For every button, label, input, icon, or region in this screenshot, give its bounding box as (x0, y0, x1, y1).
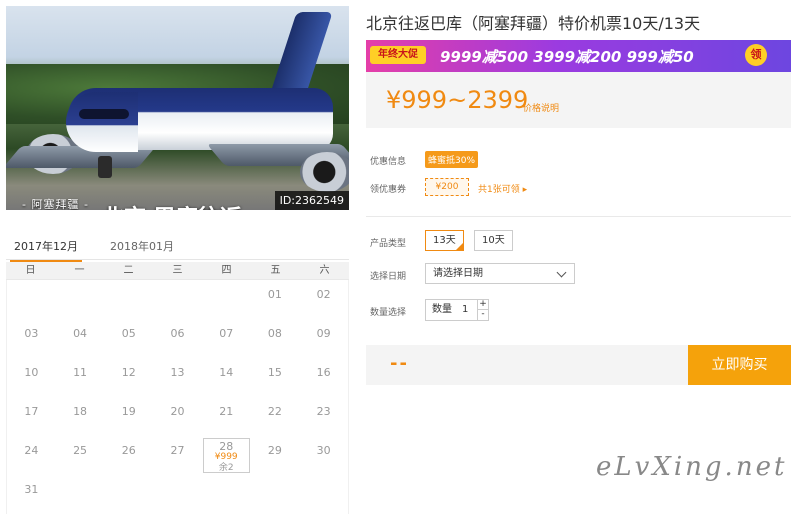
calendar-day-01: 01 (267, 288, 282, 301)
quantity-value: 1 (462, 304, 469, 315)
calendar-day-17: 17 (24, 405, 39, 418)
calendar-day-09: 09 (316, 327, 331, 340)
calendar-day-13: 13 (170, 366, 185, 379)
promotions-label: 优惠信息 (370, 157, 407, 167)
calendar-day-18: 18 (73, 405, 88, 418)
weekday-header: 日一二三四五六 (6, 262, 349, 280)
type-option-13[interactable]: 13天 (425, 230, 464, 251)
weekday-label: 日 (25, 265, 36, 276)
day-price: ¥999 (214, 452, 238, 462)
coupon-coin-icon[interactable]: 领 (745, 44, 767, 66)
calendar-day-06: 06 (170, 327, 185, 340)
hero-overlay-text: 北京 巴库往返 (102, 200, 242, 210)
calendar-day-25: 25 (73, 444, 88, 457)
calendar-day-04: 04 (73, 327, 88, 340)
banner-tag: 年终大促 (370, 46, 426, 64)
calendar-day-03: 03 (24, 327, 39, 340)
date-label: 选择日期 (370, 272, 407, 282)
calendar-empty-cell (153, 280, 202, 319)
calendar-day-31: 31 (24, 483, 39, 496)
product-type-label: 产品类型 (370, 239, 407, 249)
calendar-day-21: 21 (219, 405, 234, 418)
calendar-grid: 01 02 03 04 05 06 07 08 09 10 11 12 13 14 15 16 17 18 19 20… (6, 280, 349, 514)
price-range: ¥999~2399 (386, 86, 529, 114)
calendar-empty-cell (104, 280, 153, 319)
weekday-label: 一 (74, 265, 85, 276)
calendar-day-12: 12 (121, 366, 136, 379)
weekday-label: 六 (319, 265, 330, 276)
day-remaining: 余2 (218, 463, 234, 473)
calendar-empty-cell (56, 280, 105, 319)
quantity-label: 数量选择 (370, 308, 407, 318)
calendar-day-14: 14 (219, 366, 234, 379)
calendar-empty-cell (202, 280, 251, 319)
quantity-stepper[interactable]: 数量 1 + - (425, 299, 489, 321)
calendar-day-28[interactable]: 28 ¥999 余2 (202, 438, 250, 473)
chevron-down-icon (556, 267, 567, 278)
calendar-day-29: 29 (267, 444, 282, 457)
cockpit-window (79, 109, 129, 119)
calendar-day-05: 05 (121, 327, 136, 340)
calendar-day-16: 16 (316, 366, 331, 379)
coupon-label: 领优惠券 (370, 185, 407, 195)
image-id-tag: ID:2362549 (274, 191, 349, 210)
quantity-text: 数量 (432, 304, 452, 315)
month-tab-dec[interactable]: 2017年12月 (10, 238, 82, 262)
promo-banner[interactable]: 年终大促 9999减500 3999减200 999减50 领 (366, 40, 791, 72)
calendar-day-22: 22 (267, 405, 282, 418)
calendar-day-08: 08 (267, 327, 282, 340)
date-select[interactable]: 请选择日期 (425, 263, 575, 284)
weekday-label: 二 (123, 265, 134, 276)
calendar-day-10: 10 (24, 366, 39, 379)
calendar-day-07: 07 (219, 327, 234, 340)
product-title: 北京往返巴库（阿塞拜疆）特价机票10天/13天 (366, 14, 701, 33)
total-price: -- (390, 353, 409, 374)
price-box: ¥999~2399 价格说明 (366, 72, 791, 128)
calendar-day-24: 24 (24, 444, 39, 457)
engine-right (300, 152, 349, 192)
price-calendar: 日 一 二 三 四 五 六 01 02 03 04 05 06 07 08 09 10 11 12 13 14 15 16… (6, 262, 349, 514)
coupon-ticket[interactable]: ¥200 (425, 178, 469, 196)
date-select-value: 请选择日期 (433, 268, 483, 279)
buy-now-button[interactable]: 立即购买 (688, 345, 791, 385)
calendar-day-11: 11 (73, 366, 88, 379)
weekday-label: 五 (270, 265, 281, 276)
watermark: eLvXing.net (596, 452, 788, 482)
weekday-label: 四 (221, 265, 232, 276)
calendar-day-30: 30 (316, 444, 331, 457)
calendar-day-26: 26 (121, 444, 136, 457)
calendar-day-15: 15 (267, 366, 282, 379)
calendar-day-23: 23 (316, 405, 331, 418)
calendar-day-27: 27 (170, 444, 185, 457)
banner-deals: 9999减500 3999减200 999减50 (440, 48, 694, 66)
month-tab-jan[interactable]: 2018年01月 (106, 238, 178, 260)
product-image[interactable]: - 阿塞拜疆 - 北京 巴库往返 ID:2362549 (6, 6, 349, 210)
quantity-decrement[interactable]: - (477, 310, 488, 320)
airplane-nose (66, 92, 138, 152)
section-divider (366, 216, 791, 217)
landing-gear (98, 156, 112, 178)
weekday-label: 三 (172, 265, 183, 276)
calendar-day-02: 02 (316, 288, 331, 301)
type-option-10[interactable]: 10天 (474, 230, 513, 251)
hero-caption: - 阿塞拜疆 - (22, 198, 89, 210)
month-tabs: 2017年12月 2018年01月 (6, 236, 349, 262)
calendar-day-19: 19 (121, 405, 136, 418)
calendar-day-20: 20 (170, 405, 185, 418)
calendar-empty-cell (7, 280, 56, 319)
promo-badge: 蜂蜜抵30% (425, 151, 479, 168)
coupon-count-link[interactable]: 共1张可领 ▸ (478, 182, 527, 195)
price-note-link[interactable]: 价格说明 (523, 101, 559, 114)
